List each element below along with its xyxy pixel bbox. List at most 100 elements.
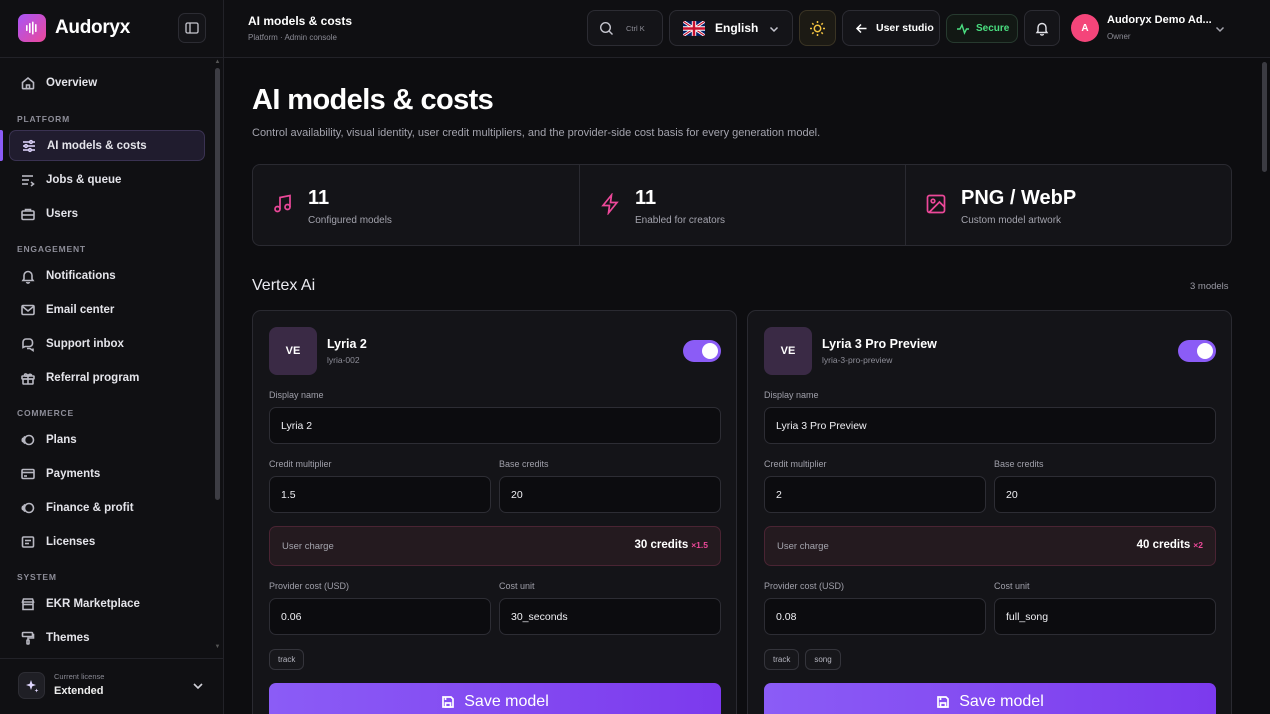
coins-icon: [20, 500, 36, 516]
provider-model-count: 3 models: [1190, 281, 1229, 292]
sidebar-item-overview[interactable]: Overview: [9, 67, 205, 98]
sidebar-item-label: EKR Marketplace: [46, 597, 140, 610]
sidebar-item-finance[interactable]: Finance & profit: [9, 492, 205, 523]
user-name[interactable]: Audoryx Demo Ad...: [1107, 14, 1212, 26]
credit-multiplier-label: Credit multiplier: [269, 459, 332, 469]
model-name: Lyria 3 Pro Preview: [822, 337, 937, 351]
model-code: lyria-3-pro-preview: [822, 355, 893, 365]
sidebar-item-licenses[interactable]: Licenses: [9, 526, 205, 557]
nav-section-engagement: ENGAGEMENT: [17, 244, 86, 254]
nav-section-system: SYSTEM: [17, 572, 57, 582]
stat-caption: Configured models: [308, 215, 392, 226]
sidebar-item-label: Notifications: [46, 269, 116, 282]
cost-unit-label: Cost unit: [499, 581, 535, 591]
stat-value: PNG / WebP: [961, 187, 1077, 209]
theme-toggle-button[interactable]: [799, 10, 836, 46]
sidebar-item-plans[interactable]: Plans: [9, 424, 205, 455]
sidebar-item-ai-models[interactable]: AI models & costs: [9, 130, 205, 161]
credit-multiplier-input[interactable]: 2: [764, 476, 986, 513]
stat-caption: Enabled for creators: [635, 215, 726, 226]
cost-unit-input[interactable]: full_song: [994, 598, 1216, 635]
document-icon: [20, 534, 36, 550]
sidebar-scroll-up[interactable]: ▲: [214, 59, 221, 65]
main-scrollbar[interactable]: [1262, 62, 1267, 172]
music-note-icon: [272, 193, 294, 215]
save-model-label: Save model: [959, 693, 1044, 710]
cost-unit-label: Cost unit: [994, 581, 1030, 591]
tag-chip[interactable]: track: [269, 649, 305, 670]
panel-icon: [185, 22, 199, 34]
save-icon: [442, 696, 455, 708]
user-studio-label: User studio: [876, 22, 934, 34]
sparkle-icon: [18, 672, 45, 699]
toggle-knob: [702, 343, 718, 359]
model-enabled-toggle[interactable]: [683, 340, 721, 362]
stats-panel: 11 Configured models 11 Enabled for crea…: [252, 164, 1232, 246]
avatar[interactable]: A: [1071, 14, 1099, 42]
base-credits-input[interactable]: 20: [994, 476, 1216, 513]
stat-configured-models: 11 Configured models: [253, 165, 579, 245]
secure-label: Secure: [976, 23, 1010, 34]
sidebar-item-marketplace[interactable]: EKR Marketplace: [9, 588, 205, 619]
briefcase-icon: [20, 206, 36, 222]
model-name: Lyria 2: [327, 337, 367, 351]
save-model-button[interactable]: Save model: [764, 683, 1216, 714]
chevron-down-icon[interactable]: [1214, 23, 1226, 35]
sidebar-item-label: Licenses: [46, 535, 96, 548]
sidebar-item-label: Jobs & queue: [46, 173, 122, 186]
brand-name: Audoryx: [55, 17, 130, 38]
model-avatar[interactable]: VE: [764, 327, 812, 375]
sidebar-toggle-button[interactable]: [178, 13, 206, 43]
sidebar-item-payments[interactable]: Payments: [9, 458, 205, 489]
language-select[interactable]: English: [669, 10, 793, 46]
nav-section-commerce: COMMERCE: [17, 408, 74, 418]
model-enabled-toggle[interactable]: [1178, 340, 1216, 362]
active-indicator: [0, 130, 3, 161]
search-button[interactable]: Ctrl K: [587, 10, 663, 46]
sidebar-item-referral[interactable]: Referral program: [9, 362, 205, 393]
provider-title: Vertex Ai: [252, 277, 316, 294]
sidebar-item-email[interactable]: Email center: [9, 294, 205, 325]
sidebar-item-label: Themes: [46, 631, 90, 644]
paint-roller-icon: [20, 630, 36, 646]
base-credits-input[interactable]: 20: [499, 476, 721, 513]
model-card: VE Lyria 3 Pro Preview lyria-3-pro-previ…: [747, 310, 1232, 714]
stat-enabled-models: 11 Enabled for creators: [579, 165, 905, 245]
sidebar-scrollbar[interactable]: [215, 68, 220, 500]
secure-status-badge[interactable]: Secure: [946, 14, 1018, 43]
credit-multiplier-input[interactable]: 1.5: [269, 476, 491, 513]
coins-icon: [20, 432, 36, 448]
tag-chip[interactable]: track: [764, 649, 800, 670]
model-avatar[interactable]: VE: [269, 327, 317, 375]
language-label: English: [715, 21, 759, 35]
tag-chip[interactable]: song: [805, 649, 841, 670]
header-title: AI models & costs: [248, 14, 353, 28]
sidebar-item-support[interactable]: Support inbox: [9, 328, 205, 359]
sidebar-item-notifications[interactable]: Notifications: [9, 260, 205, 291]
display-name-input[interactable]: Lyria 3 Pro Preview: [764, 407, 1216, 444]
license-value: Extended: [54, 685, 104, 697]
sidebar-item-jobs[interactable]: Jobs & queue: [9, 164, 205, 195]
display-name-label: Display name: [764, 390, 819, 400]
provider-cost-input[interactable]: 0.08: [764, 598, 986, 635]
sun-icon: [810, 20, 825, 36]
display-name-input[interactable]: Lyria 2: [269, 407, 721, 444]
sidebar-item-themes[interactable]: Themes: [9, 622, 205, 653]
base-credits-label: Base credits: [499, 459, 549, 469]
sidebar-item-users[interactable]: Users: [9, 198, 205, 229]
brand: Audoryx: [0, 0, 224, 58]
save-model-button[interactable]: Save model: [269, 683, 721, 714]
sidebar-scroll-down[interactable]: ▼: [214, 644, 221, 650]
search-icon: [599, 21, 613, 35]
cost-unit-input[interactable]: 30_seconds: [499, 598, 721, 635]
model-code: lyria-002: [327, 355, 360, 365]
user-studio-button[interactable]: User studio: [842, 10, 940, 46]
charge-amount: 30 credits: [634, 539, 689, 551]
notifications-button[interactable]: [1024, 10, 1060, 46]
toggle-knob: [1197, 343, 1213, 359]
user-charge-label: User charge: [282, 541, 334, 552]
provider-cost-input[interactable]: 0.06: [269, 598, 491, 635]
lightning-icon: [599, 192, 621, 216]
credit-multiplier-label: Credit multiplier: [764, 459, 827, 469]
license-switcher[interactable]: Current license Extended: [0, 658, 224, 714]
